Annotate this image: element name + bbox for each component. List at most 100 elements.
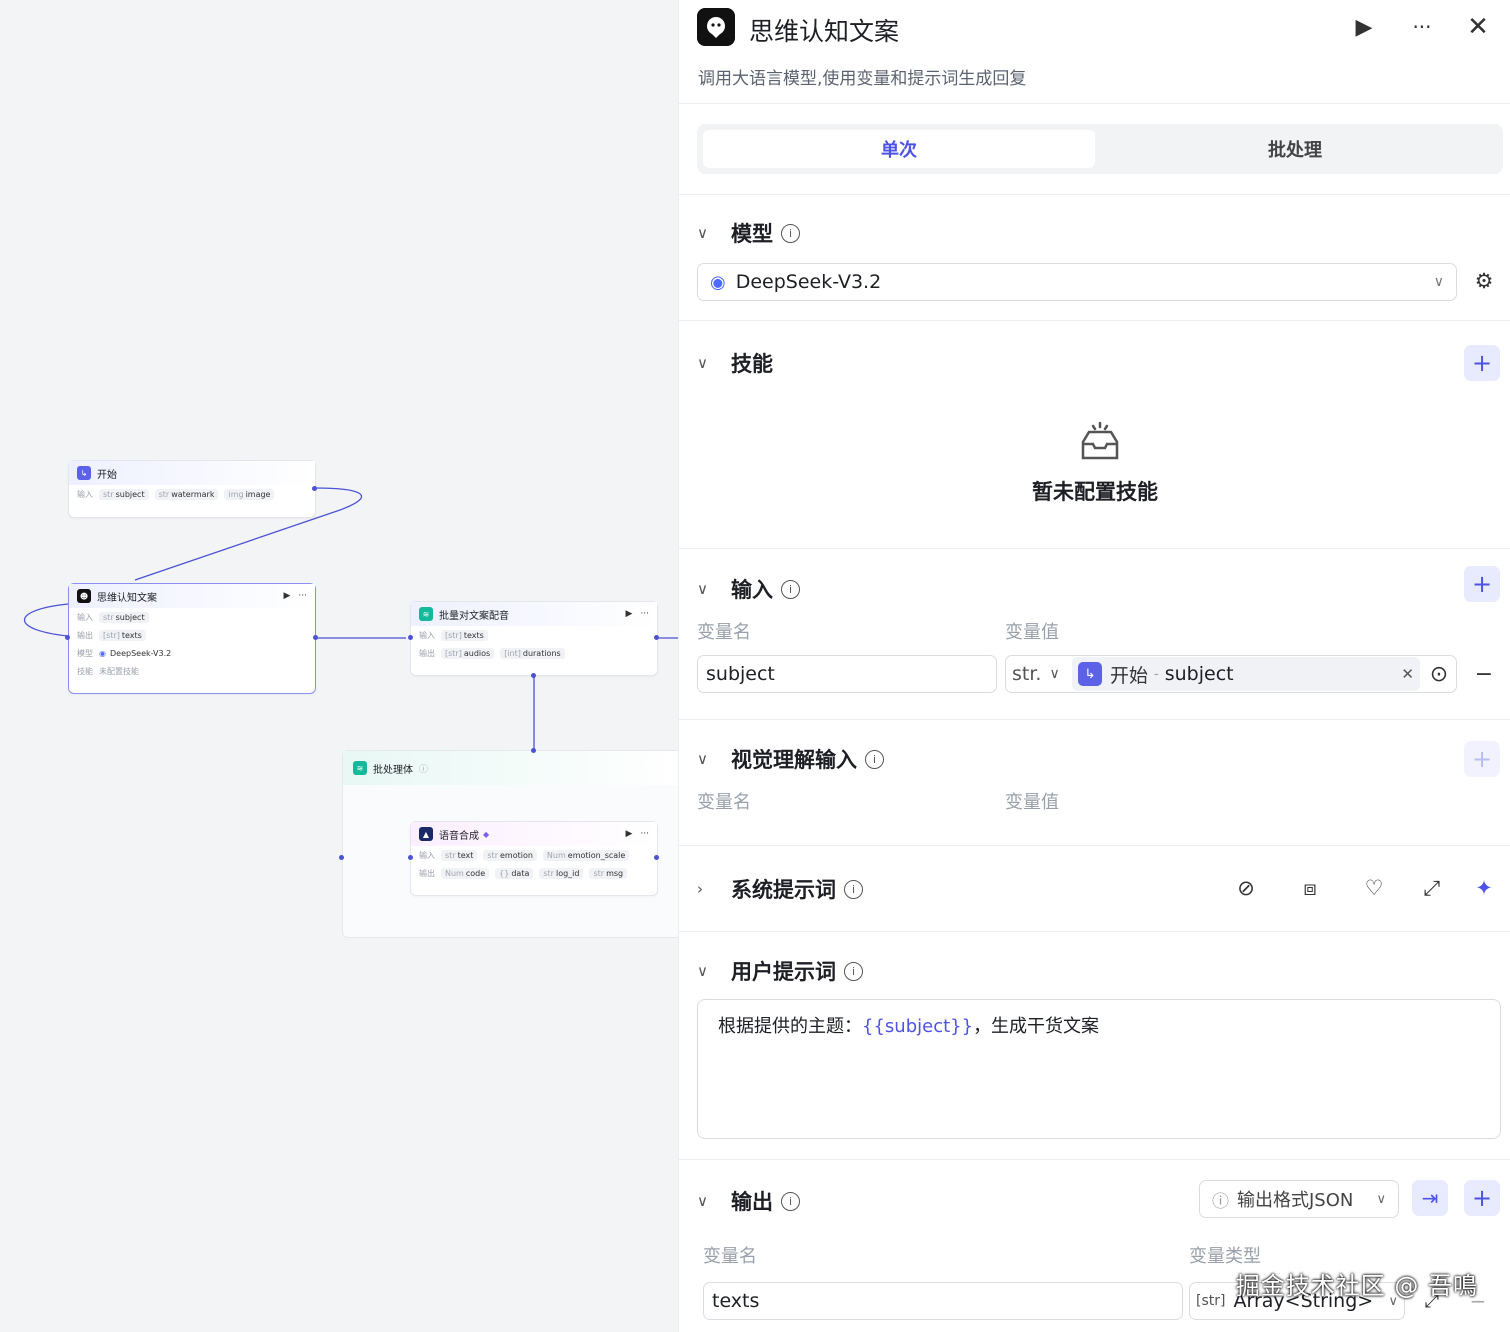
panel-description[interactable]: 调用大语言模型,使用变量和提示词生成回复: [698, 64, 1026, 89]
model-section-header[interactable]: ∨ 模型 i: [697, 218, 800, 248]
tts-node-inputs: 输入 str text str emotion Num emotion_scale: [411, 846, 657, 864]
dub-node[interactable]: ≋ 批量对文案配音 ▶ ··· 输入 [str] texts 输出 [str] au…: [410, 601, 658, 676]
workflow-canvas[interactable]: ↳ 开始 输入 str subject str watermark img image…: [0, 0, 678, 1332]
tts-node-in-port[interactable]: [408, 855, 413, 860]
visual-input-col-value: 变量值: [1005, 792, 1059, 813]
output-section-header[interactable]: ∨ 输出 i: [697, 1186, 800, 1216]
tts-node[interactable]: ▲ 语音合成 ◆ ▶ ··· 输入 str text str emotion Num…: [410, 821, 658, 896]
remove-input-icon[interactable]: −: [1471, 660, 1497, 688]
clear-icon[interactable]: ✕: [1401, 665, 1414, 683]
input-reference-chip[interactable]: ↳ 开始 - subject ✕: [1072, 657, 1420, 691]
input-type-select[interactable]: str.: [1012, 663, 1041, 685]
premium-diamond-icon: ◆: [483, 829, 490, 839]
info-icon: i: [844, 961, 863, 981]
chevron-down-icon: ∨: [697, 1192, 708, 1210]
model-select[interactable]: ◉ DeepSeek-V3.2 ∨: [697, 263, 1457, 301]
lightbulb-icon[interactable]: ♡: [1359, 873, 1389, 903]
user-prompt-variable: {{subject}}: [862, 1016, 974, 1037]
dub-node-out-port[interactable]: [654, 635, 659, 640]
tab-batch[interactable]: 批处理: [1099, 130, 1491, 168]
start-node-tag: img image: [224, 488, 275, 500]
batch-body-top-port[interactable]: [531, 748, 536, 753]
wire-think-loop: [23, 603, 69, 637]
ref-node-name: 开始: [1110, 664, 1149, 687]
output-format-select[interactable]: ⓘ 输出格式JSON ∨: [1199, 1180, 1399, 1218]
start-node-inputs: 输入 str subject str watermark img image: [69, 485, 315, 503]
batch-body-in-port[interactable]: [339, 855, 344, 860]
skills-section-header[interactable]: ∨ 技能: [697, 348, 773, 378]
ai-sparkle-icon[interactable]: ✦: [1469, 873, 1499, 903]
tts-node-out-port[interactable]: [654, 855, 659, 860]
variable-picker-icon[interactable]: ⊙: [1425, 660, 1453, 688]
think-node-in-label: 输入: [77, 612, 93, 622]
dub-node-out-label: 输出: [419, 648, 435, 658]
output-var-name-field[interactable]: texts: [703, 1282, 1183, 1320]
input-col-value: 变量值: [1005, 622, 1059, 643]
think-node-skill: 技能 未配置技能: [69, 662, 315, 680]
info-icon: i: [844, 879, 863, 899]
input-var-name-field[interactable]: subject: [697, 655, 997, 693]
more-icon[interactable]: ···: [1407, 12, 1437, 42]
tts-node-tag: str msg: [589, 867, 628, 879]
tab-single[interactable]: 单次: [703, 130, 1095, 168]
divider: [679, 931, 1510, 932]
import-output-button[interactable]: ⇥: [1412, 1180, 1448, 1216]
run-icon[interactable]: ▶: [1349, 12, 1379, 42]
input-section-header[interactable]: ∨ 输入 i: [697, 574, 800, 604]
mode-tabs: 单次 批处理: [697, 124, 1503, 174]
think-node-model: 模型 ◉ DeepSeek-V3.2: [69, 644, 315, 662]
think-node-more-icon[interactable]: ···: [298, 591, 307, 601]
add-visual-input-button[interactable]: +: [1464, 741, 1500, 777]
gear-icon[interactable]: ⚙: [1469, 266, 1499, 296]
think-node-skill-label: 技能: [77, 666, 93, 676]
dub-node-title: 批量对文案配音: [439, 610, 509, 622]
system-prompt-section-header[interactable]: › 系统提示词 i: [697, 874, 863, 904]
think-node-in-port[interactable]: [65, 635, 70, 640]
user-prompt-editor[interactable]: 根据提供的主题：{{subject}}，生成干货文案: [697, 999, 1501, 1139]
chevron-down-icon: ∨: [1049, 666, 1060, 682]
think-node[interactable]: ☻ 思维认知文案 ▶ ··· 输入 str subject 输出 [str] tex…: [68, 583, 316, 694]
think-node-model-value: DeepSeek-V3.2: [109, 648, 172, 658]
compass-icon[interactable]: ⊘: [1231, 873, 1261, 903]
expand-icon[interactable]: ⤢: [1417, 873, 1447, 903]
close-icon[interactable]: ✕: [1463, 12, 1493, 42]
start-node[interactable]: ↳ 开始 输入 str subject str watermark img image: [68, 460, 316, 518]
think-node-out-port[interactable]: [313, 635, 318, 640]
start-node-icon: ↳: [77, 466, 91, 480]
dub-node-run-icon[interactable]: ▶: [625, 609, 632, 619]
panel-header: 思维认知文案 调用大语言模型,使用变量和提示词生成回复 ▶ ··· ✕: [679, 0, 1510, 104]
add-input-button[interactable]: +: [1464, 566, 1500, 602]
tts-node-icon: ▲: [419, 827, 433, 841]
user-prompt-text: 根据提供的主题：: [718, 1016, 862, 1037]
dub-node-bottom-port[interactable]: [531, 673, 536, 678]
think-node-tag: [str] texts: [99, 629, 146, 641]
start-node-title: 开始: [97, 469, 117, 481]
tts-node-title: 语音合成: [439, 830, 479, 842]
divider: [679, 845, 1510, 846]
divider: [679, 1159, 1510, 1160]
ref-separator: -: [1154, 666, 1159, 682]
deepseek-icon: ◉: [710, 271, 726, 293]
skills-section-title: 技能: [731, 352, 773, 376]
tts-node-more-icon[interactable]: ···: [640, 829, 649, 839]
think-node-inputs: 输入 str subject: [69, 608, 315, 626]
output-col-type: 变量类型: [1189, 1246, 1261, 1267]
dub-node-in-port[interactable]: [408, 635, 413, 640]
add-skill-button[interactable]: +: [1464, 345, 1500, 381]
output-col-name: 变量名: [703, 1246, 757, 1267]
visual-input-section-header[interactable]: ∨ 视觉理解输入 i: [697, 744, 884, 774]
start-node-icon: ↳: [1078, 662, 1102, 686]
think-node-skill-value: 未配置技能: [99, 666, 139, 676]
add-output-button[interactable]: +: [1464, 1180, 1500, 1216]
node-logo-icon: [697, 8, 735, 46]
tts-node-run-icon[interactable]: ▶: [625, 829, 632, 839]
dub-node-tag: [int] durations: [500, 647, 565, 659]
prompt-library-icon[interactable]: ⧈: [1295, 873, 1325, 903]
start-node-out-port[interactable]: [312, 486, 317, 491]
panel-title[interactable]: 思维认知文案: [749, 12, 899, 48]
chevron-down-icon: ∨: [697, 580, 708, 598]
dub-node-more-icon[interactable]: ···: [640, 609, 649, 619]
watermark: 掘金技术社区 @ 吾鳴: [1235, 1272, 1478, 1300]
user-prompt-section-header[interactable]: ∨ 用户提示词 i: [697, 956, 863, 986]
think-node-run-icon[interactable]: ▶: [283, 591, 290, 601]
